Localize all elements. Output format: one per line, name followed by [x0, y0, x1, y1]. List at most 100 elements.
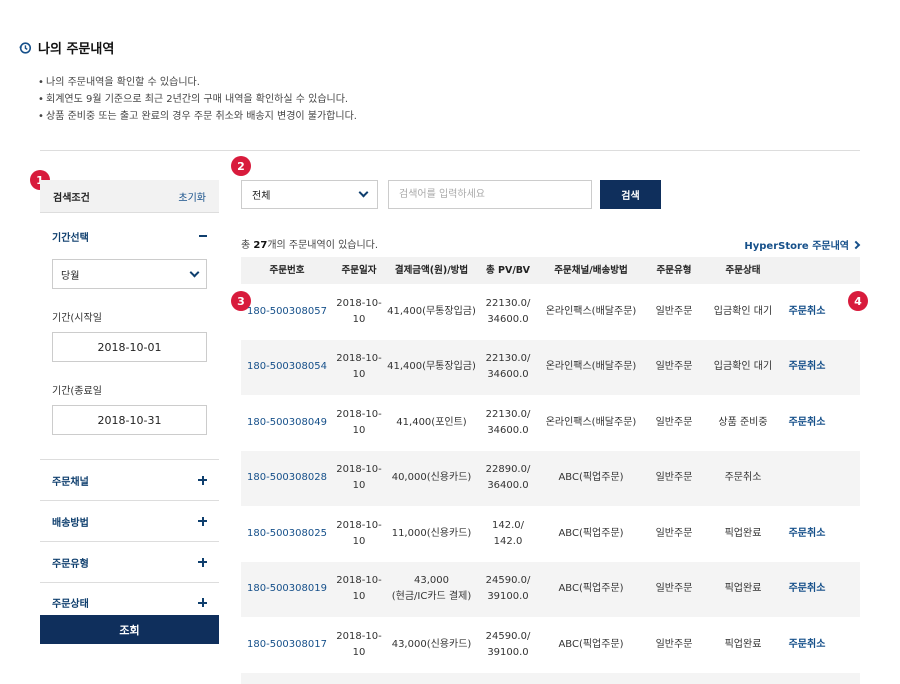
notice-item: 회계연도 9월 기준으로 최근 2년간의 구매 내역을 확인하실 수 있습니다. — [38, 91, 357, 108]
order-status: 픽업완료 — [724, 527, 762, 539]
search-type-value: 전체 — [252, 191, 271, 202]
order-date: 2018-10-10 — [336, 464, 382, 492]
order-status: 상품 준비중 — [718, 416, 768, 428]
search-type-select[interactable]: 전체 — [241, 180, 378, 209]
table-row: 180-500308019 2018-10-10 43,000 (현금/IC카드 결제… — [241, 561, 860, 617]
hyperstore-orders-link[interactable]: HyperStore 주문내역 — [744, 237, 861, 252]
order-channel: 온라인팩스(배달주문) — [545, 305, 637, 317]
order-number-link[interactable]: 180-500308054 — [241, 359, 333, 375]
total-count-text: 총 27개의 주문내역이 있습니다. — [241, 236, 378, 251]
period-section: 기간선택 당월 기간(시작일 2018-10-01 기간(종료일 2018-10… — [40, 213, 219, 435]
order-channel: ABC(픽업주문) — [558, 583, 624, 595]
order-date: 2018-10-10 — [336, 519, 382, 547]
start-date-field[interactable]: 2018-10-01 — [52, 332, 207, 362]
table-row: 180-500308025 2018-10-10 11,000(신용카드) 142.0… — [241, 506, 860, 562]
plus-icon — [198, 598, 207, 607]
payment-cell: 11,000(신용카드) — [385, 526, 478, 542]
end-date-field[interactable]: 2018-10-31 — [52, 405, 207, 435]
order-number-link[interactable]: 180-500308025 — [241, 526, 333, 542]
cancel-order-button[interactable]: 주문취소 — [782, 359, 832, 375]
pv-value: 24590.0/ — [485, 575, 531, 587]
order-status: 픽업완료 — [724, 638, 762, 650]
bv-value: 39100.0 — [487, 646, 529, 658]
payment-amount: 11,000(신용카드) — [391, 527, 472, 539]
table-row-partial — [241, 672, 860, 684]
end-date-label: 기간(종료일 — [52, 386, 102, 397]
payment-cell: 41,400(무통장입금) — [385, 304, 478, 320]
payment-cell: 43,000 (현금/IC카드 결제) — [385, 573, 478, 605]
pv-value: 22130.0/ — [485, 408, 531, 420]
search-button[interactable]: 검색 — [600, 180, 661, 209]
column-header: 총 PV/BV — [485, 264, 531, 276]
period-select[interactable]: 당월 — [52, 259, 207, 289]
order-channel: 온라인팩스(배달주문) — [545, 416, 637, 428]
order-type: 일반주문 — [655, 583, 693, 595]
page-title-area: 나의 주문내역 — [18, 38, 114, 57]
accordion-order-type[interactable]: 주문유형 — [40, 541, 219, 582]
cancel-order-button[interactable]: 주문취소 — [782, 526, 832, 542]
column-header: 주문유형 — [656, 264, 692, 276]
pv-value: 22130.0/ — [485, 297, 531, 309]
order-status: 입금확인 대기 — [713, 305, 773, 317]
pv-bv-cell: 24590.0/39100.0 — [478, 573, 538, 605]
step-badge-2: 2 — [231, 156, 251, 176]
cancel-order-button[interactable]: 주문취소 — [782, 304, 832, 320]
order-type: 일반주문 — [655, 416, 693, 428]
payment-amount: 40,000(신용카드) — [391, 472, 472, 484]
total-prefix: 총 — [241, 240, 254, 251]
cancel-order-button[interactable]: 주문취소 — [782, 637, 832, 653]
search-input[interactable] — [388, 180, 592, 209]
chevron-right-icon — [851, 240, 861, 249]
order-number-link[interactable]: 180-500308028 — [241, 470, 333, 486]
reset-button[interactable]: 초기화 — [178, 189, 206, 204]
order-date: 2018-10-10 — [336, 408, 382, 436]
order-type: 일반주문 — [655, 527, 693, 539]
plus-icon — [198, 475, 207, 485]
plus-icon — [198, 516, 207, 526]
order-date: 2018-10-10 — [336, 630, 382, 658]
order-type: 일반주문 — [655, 361, 693, 373]
order-table: 주문번호 주문일자 결제금액(원)/방법 총 PV/BV 주문채널/배송방법 주… — [241, 257, 860, 684]
pv-bv-cell: 24590.0/39100.0 — [478, 629, 538, 661]
submit-search-button[interactable]: 조회 — [40, 615, 219, 644]
order-type: 일반주문 — [655, 638, 693, 650]
pv-value: 22890.0/ — [485, 464, 531, 476]
search-conditions-panel: 검색조건 초기화 기간선택 당월 기간(시작일 2018-10-01 기간(종료… — [40, 180, 219, 623]
order-channel: 온라인팩스(배달주문) — [545, 361, 637, 373]
collapse-icon — [199, 235, 207, 237]
bv-value: 34600.0 — [487, 424, 529, 436]
divider — [40, 150, 860, 151]
order-number-link[interactable]: 180-500308017 — [241, 637, 333, 653]
order-number-link[interactable]: 180-500308049 — [241, 415, 333, 431]
pv-value: 142.0/ — [492, 519, 524, 531]
order-type: 일반주문 — [655, 472, 693, 484]
bv-value: 34600.0 — [487, 369, 529, 381]
order-date: 2018-10-10 — [336, 575, 382, 603]
page-title: 나의 주문내역 — [38, 42, 115, 57]
chevron-down-icon — [189, 267, 200, 277]
cancel-order-button[interactable]: 주문취소 — [782, 581, 832, 597]
notice-item: 나의 주문내역을 확인할 수 있습니다. — [38, 74, 357, 91]
payment-amount: 41,400(무통장입금) — [387, 305, 476, 317]
order-status: 입금확인 대기 — [713, 361, 773, 373]
period-toggle[interactable]: 기간선택 — [52, 213, 207, 259]
order-channel: ABC(픽업주문) — [558, 527, 624, 539]
accordion-delivery-method[interactable]: 배송방법 — [40, 500, 219, 541]
pv-value: 22130.0/ — [485, 353, 531, 365]
chevron-down-icon — [358, 187, 369, 198]
notice-item: 상품 준비중 또는 출고 완료의 경우 주문 취소와 배송지 변경이 불가합니다… — [38, 108, 357, 125]
pv-bv-cell: 22130.0/34600.0 — [478, 351, 538, 383]
accordion-order-channel[interactable]: 주문채널 — [40, 459, 219, 500]
order-number-link[interactable]: 180-500308057 — [241, 304, 333, 320]
payment-cell: 43,000(신용카드) — [385, 637, 478, 653]
cancel-order-button[interactable]: 주문취소 — [782, 415, 832, 431]
bv-value: 39100.0 — [487, 591, 529, 603]
total-count: 27 — [253, 240, 268, 251]
pv-bv-cell: 22130.0/34600.0 — [478, 296, 538, 328]
order-number-link[interactable]: 180-500308019 — [241, 581, 333, 597]
table-header: 주문번호 주문일자 결제금액(원)/방법 총 PV/BV 주문채널/배송방법 주… — [241, 257, 860, 284]
pv-bv-cell: 22890.0/36400.0 — [478, 462, 538, 494]
history-icon — [19, 41, 32, 54]
payment-cell: 41,400(포인트) — [385, 415, 478, 431]
